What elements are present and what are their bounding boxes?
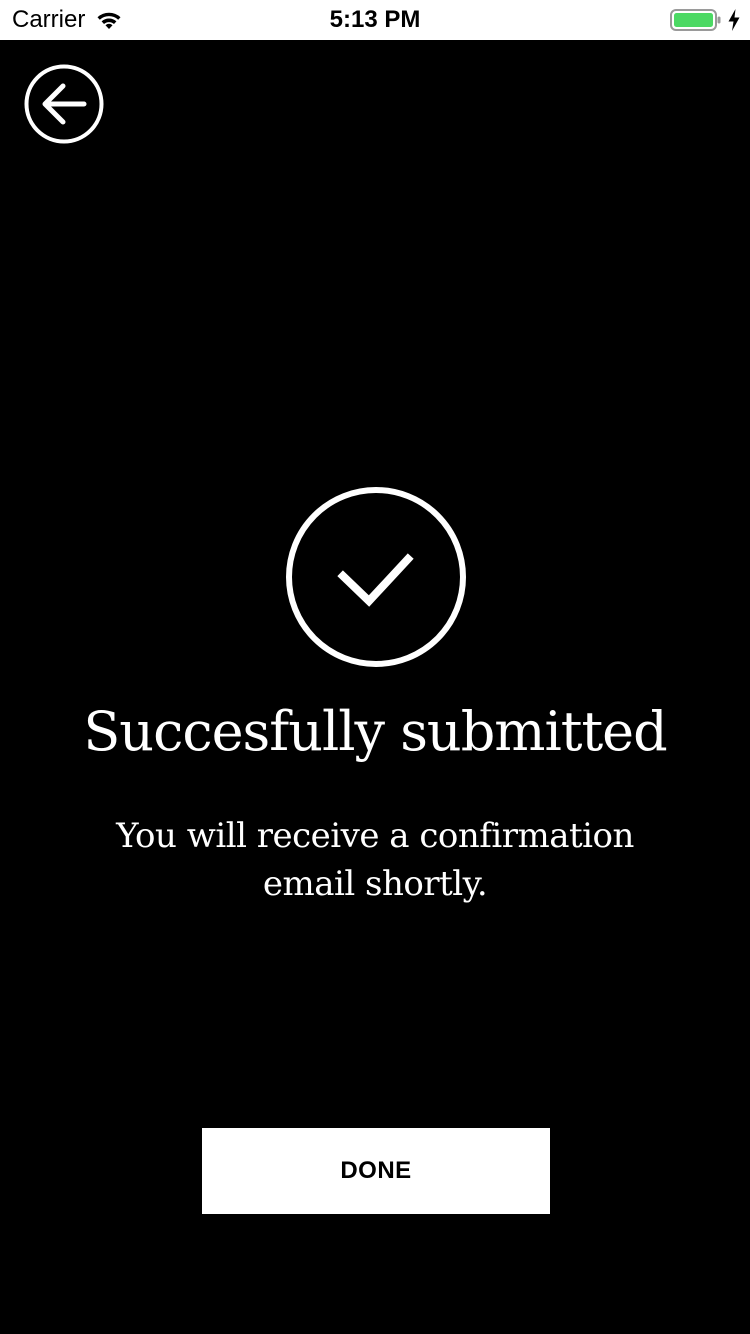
success-screen: Carrier 5:13 PM Succesfully submitted Yo… <box>0 0 750 1334</box>
back-arrow-circle-icon <box>24 64 104 144</box>
status-bar: Carrier 5:13 PM <box>0 0 750 40</box>
battery-icon <box>670 8 722 32</box>
battery-indicator <box>670 8 740 32</box>
status-time: 5:13 PM <box>329 6 421 33</box>
check-circle-icon <box>285 486 467 668</box>
confirmation-message: You will receive a confirmation email sh… <box>116 816 634 904</box>
done-button[interactable]: DONE <box>202 1128 550 1214</box>
success-title: Succesfully submitted <box>83 700 667 763</box>
back-button[interactable] <box>24 64 104 144</box>
bolt-icon <box>728 9 740 31</box>
